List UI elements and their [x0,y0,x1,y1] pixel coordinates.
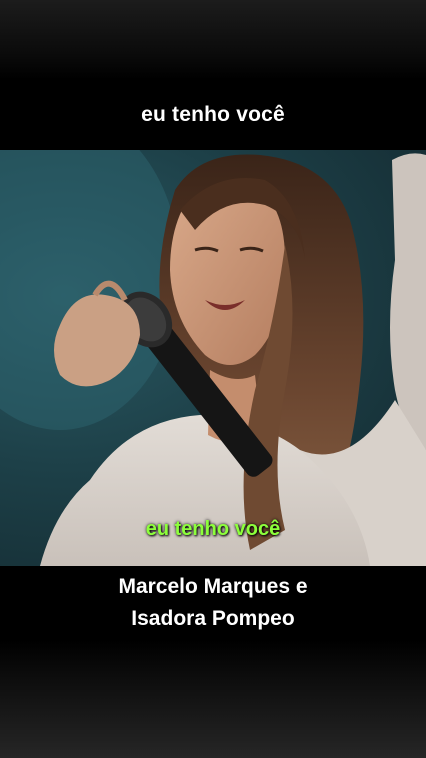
top-gradient [0,0,426,80]
top-caption-band: eu tenho você [0,80,426,150]
video-player[interactable]: eu tenho você [0,150,426,566]
singer-image [0,150,426,566]
credit-line-2: Isadora Pompeo [131,607,295,630]
top-caption: eu tenho você [141,103,285,126]
bottom-gradient [0,640,426,758]
credit-line-1: Marcelo Marques e [118,575,308,598]
credits-band: Marcelo Marques e Isadora Pompeo [0,566,426,640]
video-subtitle: eu tenho você [145,518,281,540]
